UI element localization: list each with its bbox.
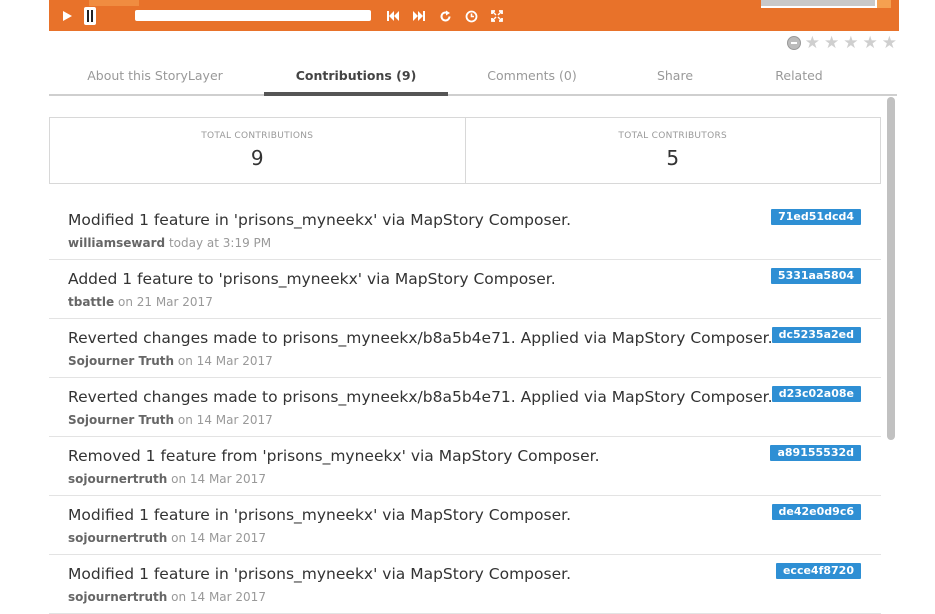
contributor-link[interactable]: williamseward (68, 236, 165, 250)
contributor-link[interactable]: sojournertruth (68, 590, 167, 604)
map-marker-icon (875, 0, 891, 8)
star-icon[interactable]: ★ (843, 35, 858, 52)
contribution-meta: sojournertruth on 14 Mar 2017 (68, 531, 881, 545)
tab-contributions[interactable]: Contributions (9) (264, 56, 448, 96)
contributor-link[interactable]: sojournertruth (68, 531, 167, 545)
scrollbar[interactable] (887, 97, 895, 440)
contribution-message: Modified 1 feature in 'prisons_myneekx' … (68, 211, 571, 229)
total-contributors: TOTAL CONTRIBUTORS 5 (464, 118, 881, 183)
star-icon[interactable]: ★ (805, 35, 820, 52)
contribution-meta: Sojourner Truth on 14 Mar 2017 (68, 354, 881, 368)
contribution-date: on 14 Mar 2017 (171, 531, 266, 545)
contribution-meta: tbattle on 21 Mar 2017 (68, 295, 881, 309)
contribution-date: today at 3:19 PM (168, 236, 272, 250)
total-contributors-label: TOTAL CONTRIBUTORS (618, 131, 728, 141)
star-icon[interactable]: ★ (882, 35, 897, 52)
contribution-meta: sojournertruth on 14 Mar 2017 (68, 472, 881, 486)
list-item: Reverted changes made to prisons_myneekx… (49, 319, 881, 378)
contribution-message: Modified 1 feature in 'prisons_myneekx' … (68, 565, 571, 583)
total-contributions-value: 9 (250, 146, 264, 170)
contributions-list: Modified 1 feature in 'prisons_myneekx' … (49, 201, 881, 614)
contribution-message: Reverted changes made to prisons_myneekx… (68, 329, 773, 347)
star-icon[interactable]: ★ (824, 35, 839, 52)
skip-back-icon[interactable] (385, 8, 401, 24)
contribution-date: on 14 Mar 2017 (171, 472, 266, 486)
contribution-meta: sojournertruth on 14 Mar 2017 (68, 590, 881, 604)
contribution-message: Removed 1 feature from 'prisons_myneekx'… (68, 447, 600, 465)
list-item: Modified 1 feature in 'prisons_myneekx' … (49, 496, 881, 555)
contributor-link[interactable]: Sojourner Truth (68, 413, 174, 427)
total-contributions: TOTAL CONTRIBUTIONS 9 (50, 118, 465, 183)
total-contributors-value: 5 (666, 146, 680, 170)
commit-hash-badge[interactable]: a89155532d (770, 445, 861, 461)
star-icon[interactable]: ★ (863, 35, 878, 52)
contributor-link[interactable]: tbattle (68, 295, 114, 309)
commit-hash-badge[interactable]: ecce4f8720 (775, 563, 861, 579)
contribution-date: on 21 Mar 2017 (117, 295, 213, 309)
contribution-date: on 14 Mar 2017 (177, 413, 273, 427)
storyplayer-controls (49, 0, 899, 31)
contributions-summary: TOTAL CONTRIBUTIONS 9 TOTAL CONTRIBUTORS… (49, 117, 881, 184)
tab-share[interactable]: Share (616, 56, 734, 94)
contribution-message: Reverted changes made to prisons_myneekx… (68, 388, 773, 406)
contribution-meta: Sojourner Truth on 14 Mar 2017 (68, 413, 881, 427)
repeat-icon[interactable] (437, 8, 453, 24)
map-preview-strip (761, 0, 881, 8)
timeline-handle[interactable] (84, 7, 96, 25)
contribution-date: on 14 Mar 2017 (171, 590, 266, 604)
contribution-message: Added 1 feature to 'prisons_myneekx' via… (68, 270, 556, 288)
commit-hash-badge[interactable]: d23c02a08e (771, 386, 861, 402)
list-item: Added 1 feature to 'prisons_myneekx' via… (49, 260, 881, 319)
rating-widget: ★ ★ ★ ★ ★ (786, 35, 897, 52)
clock-icon[interactable] (463, 8, 479, 24)
skip-forward-icon[interactable] (411, 8, 427, 24)
fullscreen-icon[interactable] (489, 8, 505, 24)
tab-about[interactable]: About this StoryLayer (49, 56, 261, 94)
contributor-link[interactable]: Sojourner Truth (68, 354, 174, 368)
list-item: Reverted changes made to prisons_myneekx… (49, 378, 881, 437)
contribution-meta: williamseward today at 3:19 PM (68, 236, 881, 250)
clear-rating-icon[interactable] (786, 36, 801, 50)
total-contributions-label: TOTAL CONTRIBUTIONS (201, 131, 314, 141)
tab-bar: About this StoryLayer Contributions (9) … (49, 56, 897, 96)
tab-related[interactable]: Related (734, 56, 864, 94)
list-item: Modified 1 feature in 'prisons_myneekx' … (49, 555, 881, 614)
timeline-slider[interactable] (135, 10, 371, 21)
contribution-date: on 14 Mar 2017 (177, 354, 273, 368)
commit-hash-badge[interactable]: 71ed51dcd4 (771, 209, 861, 225)
commit-hash-badge[interactable]: 5331aa5804 (770, 268, 861, 284)
play-icon[interactable] (59, 8, 75, 24)
commit-hash-badge[interactable]: de42e0d9c6 (771, 504, 861, 520)
map-preview-strip (89, 0, 139, 6)
list-item: Removed 1 feature from 'prisons_myneekx'… (49, 437, 881, 496)
contributor-link[interactable]: sojournertruth (68, 472, 167, 486)
contribution-message: Modified 1 feature in 'prisons_myneekx' … (68, 506, 571, 524)
list-item: Modified 1 feature in 'prisons_myneekx' … (49, 201, 881, 260)
commit-hash-badge[interactable]: dc5235a2ed (771, 327, 861, 343)
tab-comments[interactable]: Comments (0) (448, 56, 616, 94)
